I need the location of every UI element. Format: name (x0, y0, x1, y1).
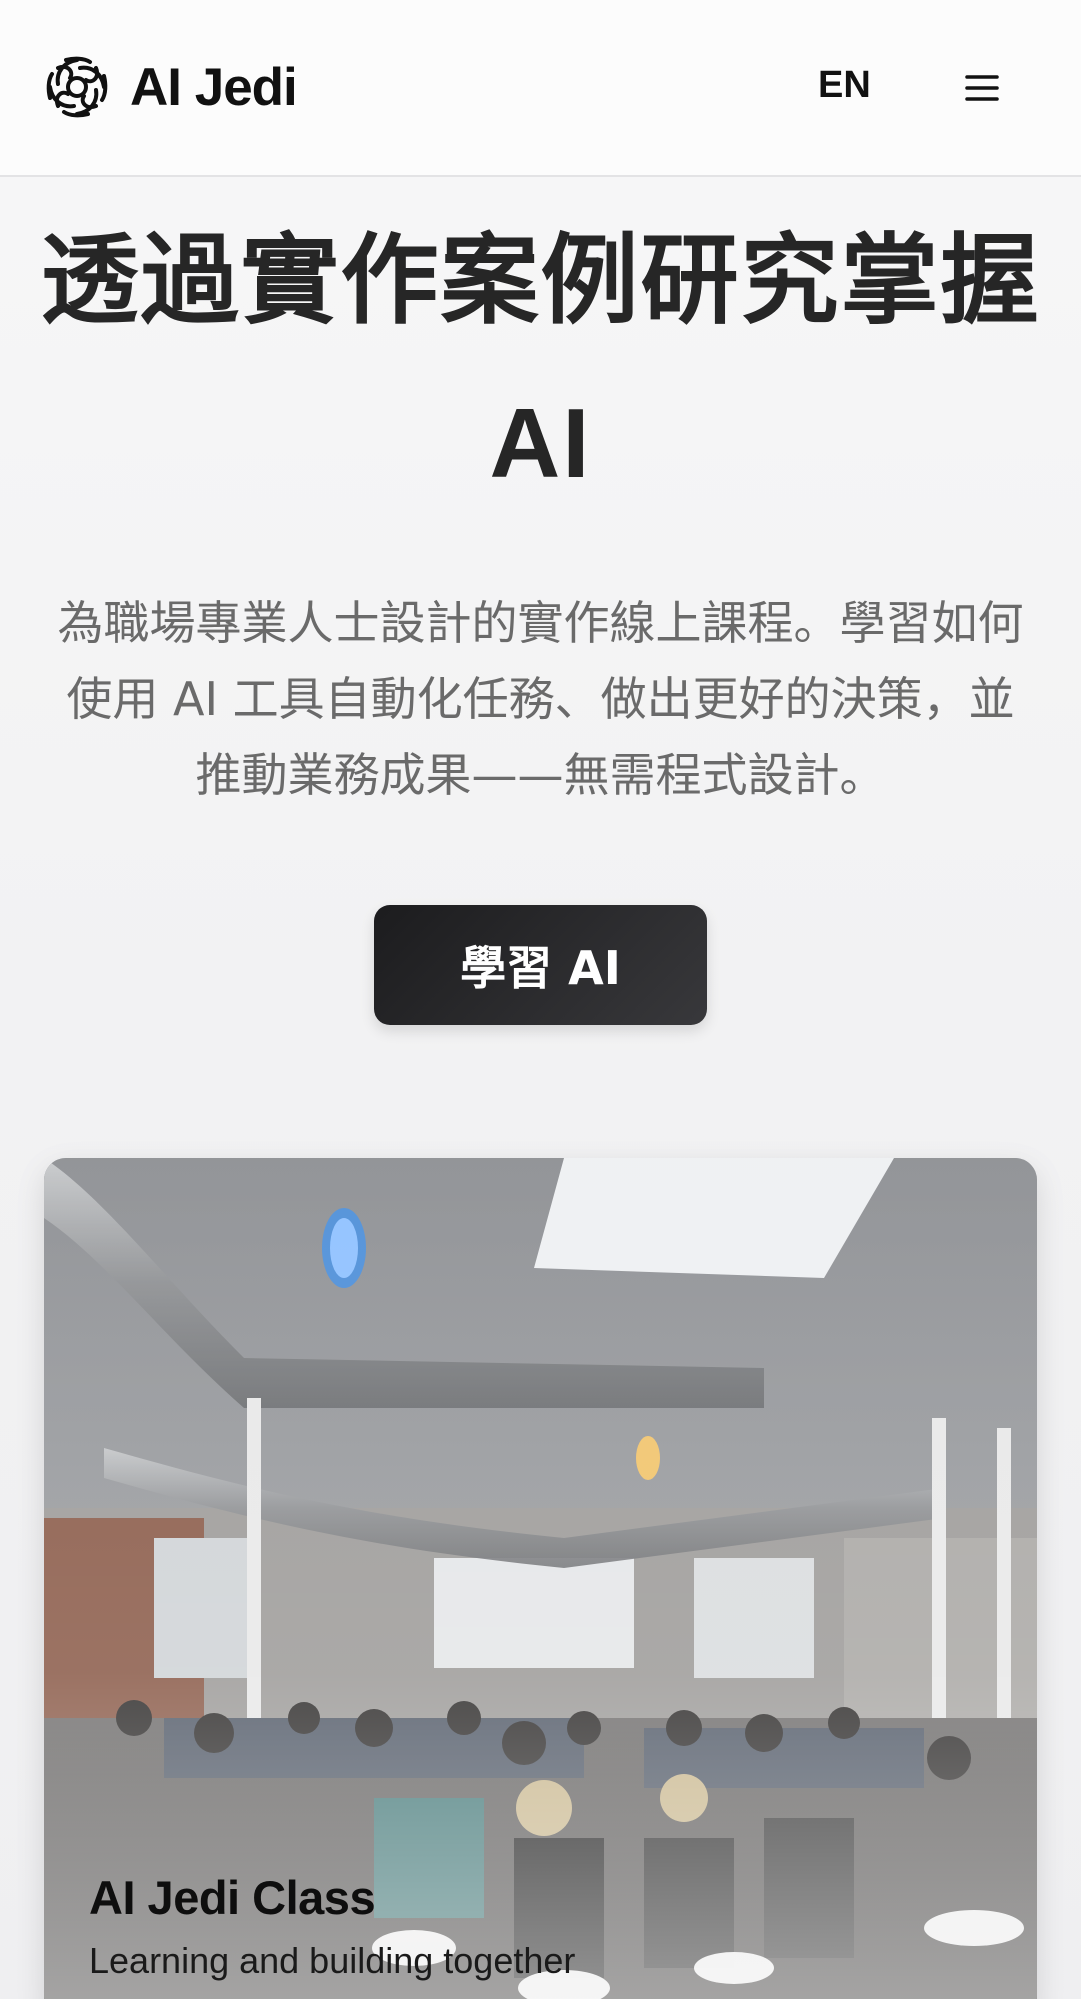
brand-name: AI Jedi (130, 57, 298, 117)
hero-title-line1: 透過實作案例研究掌握 (40, 224, 1041, 338)
learn-ai-button[interactable]: 學習 AI (374, 905, 707, 1025)
brand-logo-link[interactable]: AI Jedi (44, 54, 298, 120)
hero-title: 透過實作案例研究掌握 AI (40, 200, 1041, 524)
site-header: AI Jedi EN (0, 0, 1081, 177)
hero-title-line2: AI (489, 388, 592, 498)
menu-button[interactable] (950, 58, 1014, 118)
card-title: AI Jedi Class (89, 1871, 376, 1924)
hero-description: 為職場專業人士設計的實作線上課程。學習如何使用 AI 工具自動化任務、做出更好的… (57, 596, 1024, 802)
hamburger-menu-icon (965, 75, 999, 101)
class-photo-card: AI Jedi Class Learning and building toge… (44, 1158, 1037, 1999)
brain-swirl-icon (46, 56, 108, 118)
language-toggle-button[interactable]: EN (818, 64, 871, 107)
card-subtitle: Learning and building together (89, 1940, 576, 1981)
page: AI Jedi EN 透過實作案例研究掌握 AI 為職場專業人士設計的實作線上課… (0, 0, 1081, 1999)
